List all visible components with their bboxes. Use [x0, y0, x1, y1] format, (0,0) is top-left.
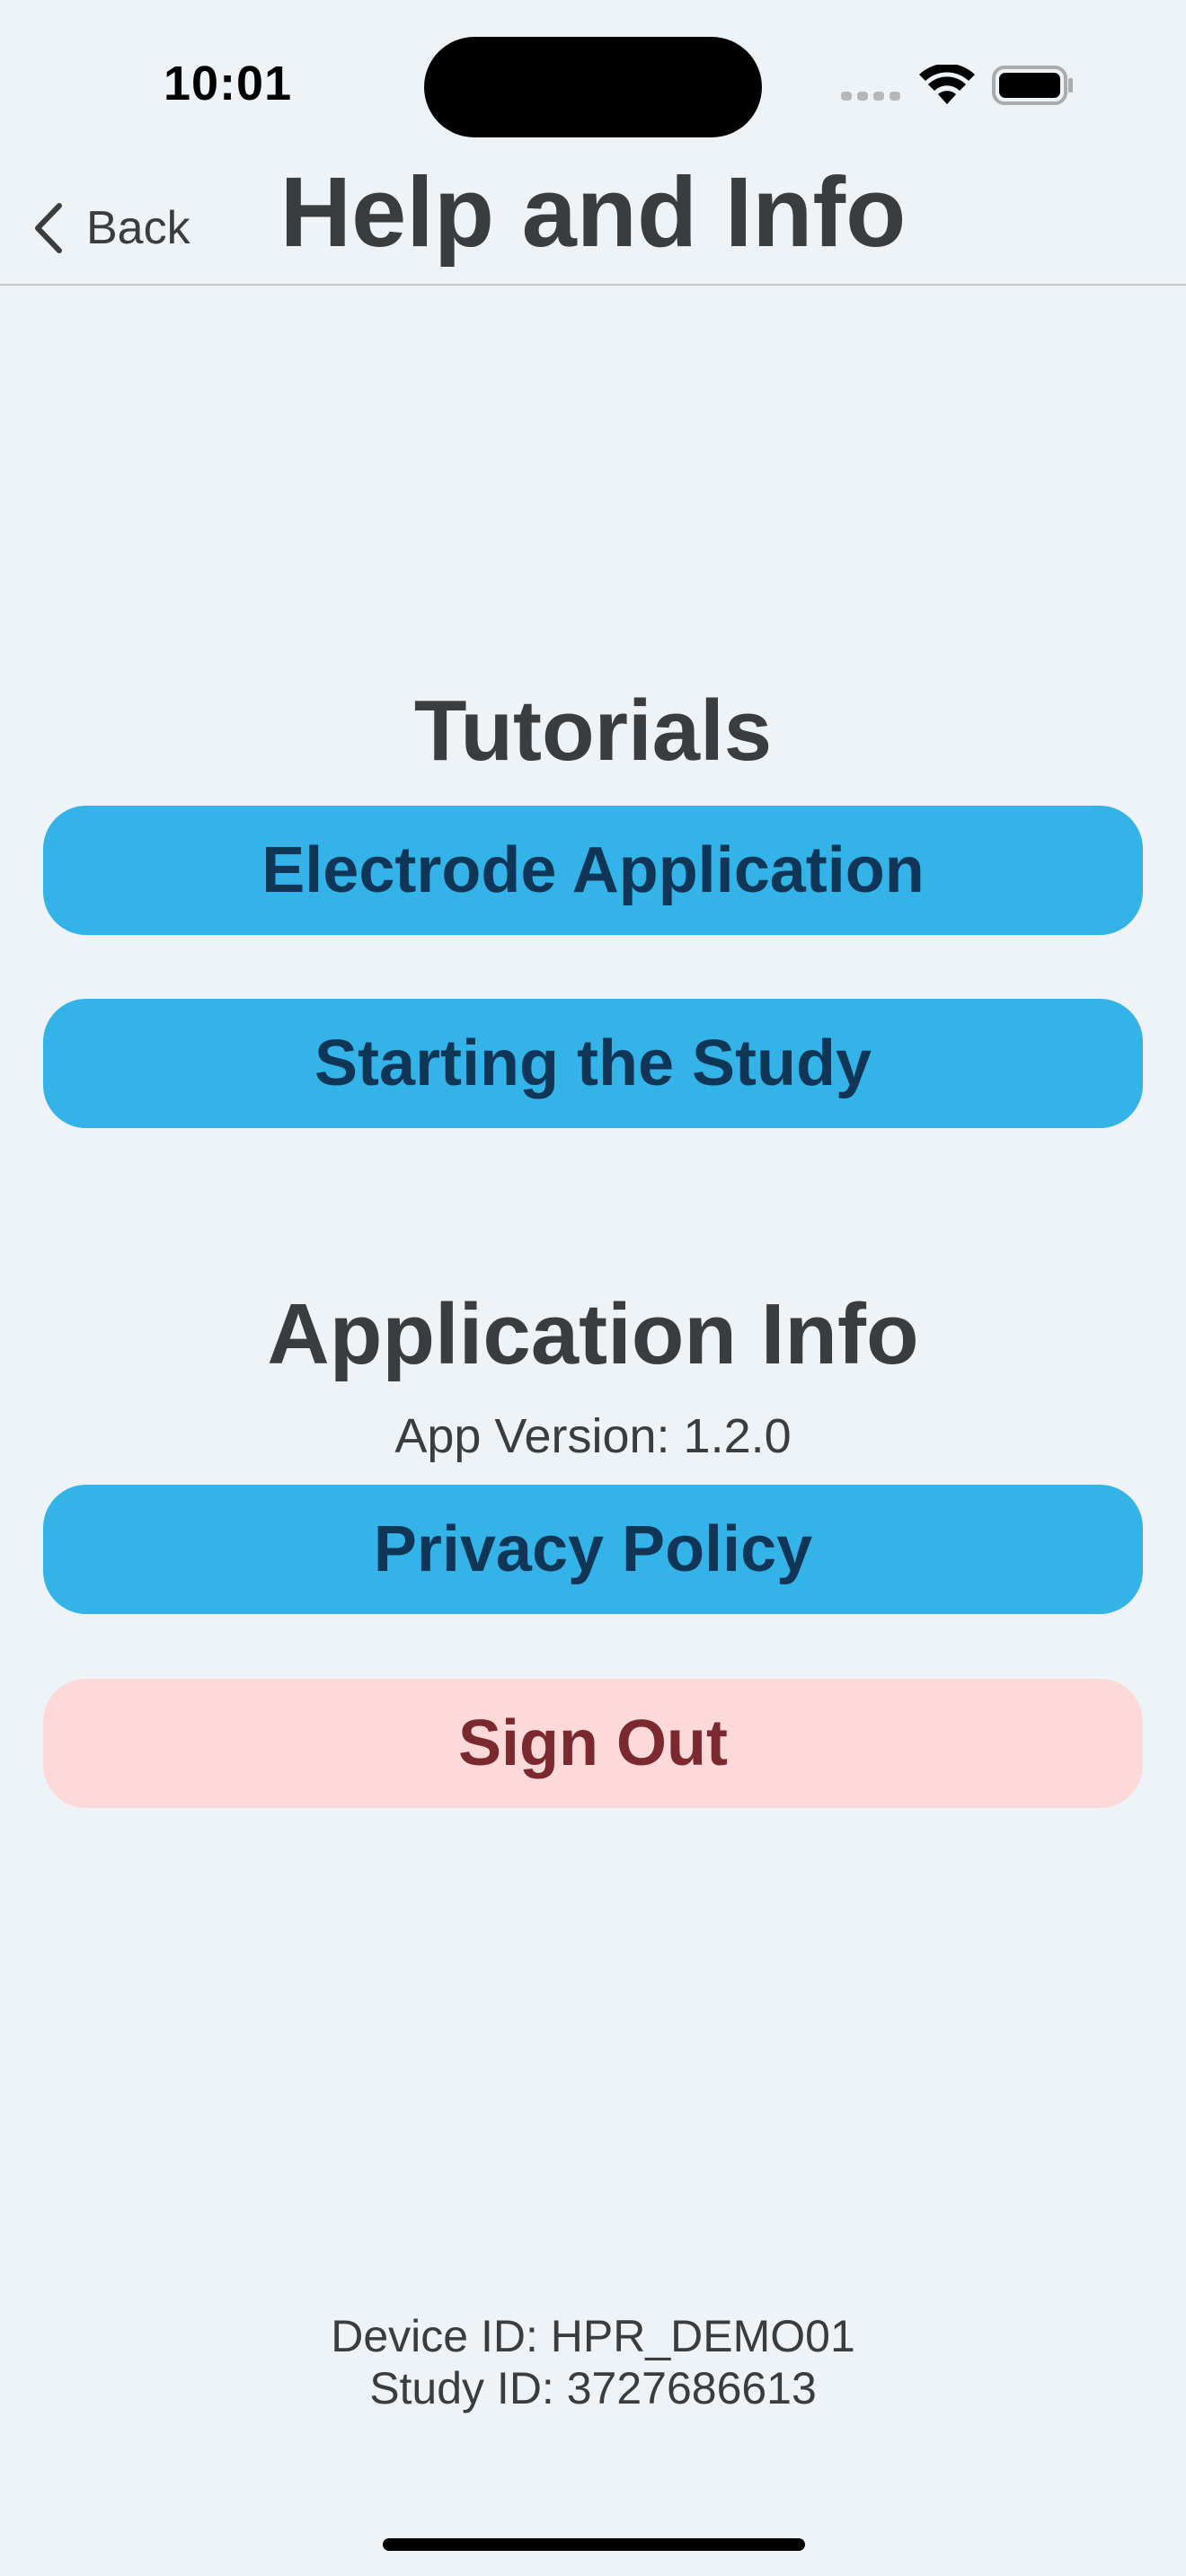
status-time: 10:01: [164, 57, 293, 110]
chevron-left-icon: [35, 203, 62, 253]
home-indicator[interactable]: [383, 2538, 805, 2551]
app-version: App Version: 1.2.0: [394, 1409, 792, 1463]
privacy-policy-button[interactable]: Privacy Policy: [43, 1485, 1143, 1614]
starting-the-study-button[interactable]: Starting the Study: [43, 999, 1143, 1128]
sign-out-button[interactable]: Sign Out: [43, 1679, 1143, 1808]
electrode-application-button[interactable]: Electrode Application: [43, 806, 1143, 935]
application-info-heading: Application Info: [267, 1286, 919, 1382]
back-button[interactable]: Back: [31, 192, 190, 264]
cellular-signal-icon: [841, 92, 900, 101]
dynamic-island: [424, 37, 762, 137]
back-label: Back: [86, 202, 190, 254]
tutorials-heading: Tutorials: [413, 683, 773, 779]
battery-icon: [992, 66, 1073, 105]
status-bar: 10:01: [0, 0, 1186, 162]
navigation-bar: Help and Info Back: [0, 162, 1186, 286]
wifi-icon: [919, 65, 975, 104]
study-id: Study ID: 3727686613: [369, 2363, 817, 2413]
device-id: Device ID: HPR_DEMO01: [331, 2311, 855, 2361]
